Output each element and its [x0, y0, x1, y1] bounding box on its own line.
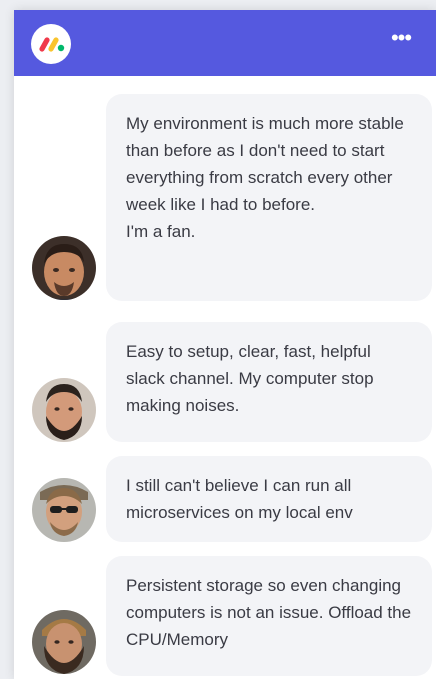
chat-header: ••• [14, 10, 436, 76]
user-avatar-icon [32, 378, 96, 442]
message-bubble: My environment is much more stable than … [106, 94, 432, 301]
user-avatar-icon [32, 236, 96, 300]
more-options-icon[interactable]: ••• [386, 27, 416, 52]
list-item: Easy to setup, clear, fast, helpful slac… [14, 322, 436, 442]
list-item: I still can't believe I can run all micr… [14, 456, 436, 542]
list-item: Persistent storage so even changing comp… [14, 556, 436, 676]
message-bubble: Persistent storage so even changing comp… [106, 556, 432, 676]
chat-window: ••• My environment is much more stable t… [14, 10, 436, 679]
user-avatar-icon [32, 478, 96, 542]
user-avatar-icon [32, 610, 96, 674]
list-item: My environment is much more stable than … [14, 76, 436, 301]
message-bubble: I still can't believe I can run all micr… [106, 456, 432, 542]
messages-list: My environment is much more stable than … [14, 76, 436, 679]
monday-logo-icon [31, 24, 71, 64]
message-bubble: Easy to setup, clear, fast, helpful slac… [106, 322, 432, 442]
